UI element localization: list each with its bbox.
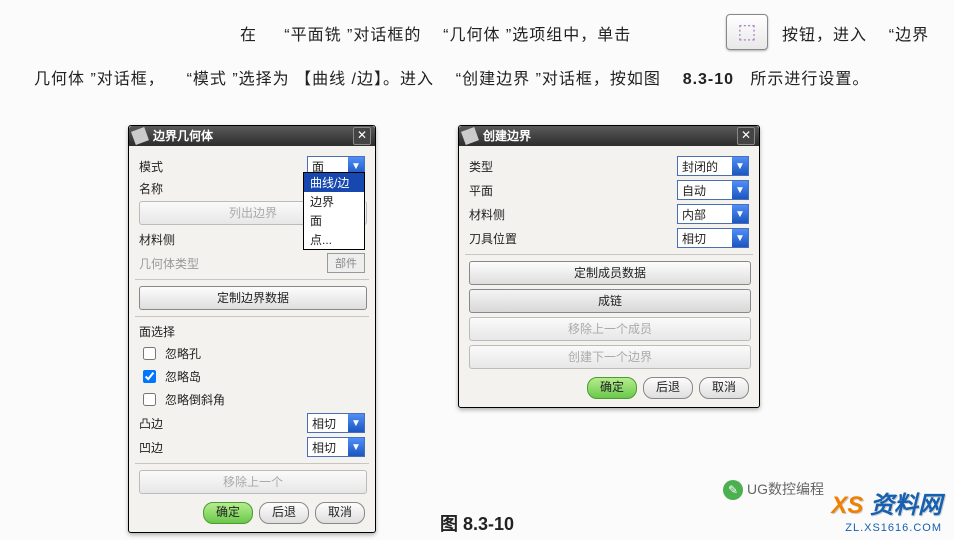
chevron-down-icon: ▼ bbox=[732, 157, 748, 175]
geom-type-label: 几何体类型 bbox=[139, 255, 327, 272]
pin-icon bbox=[131, 127, 149, 145]
plane-label: 平面 bbox=[469, 182, 677, 199]
para-text-2: 几何体 ”对话框， “模式 ”选择为 【曲线 /边】。进入 “创建边界 ”对话框… bbox=[34, 66, 869, 95]
mode-label: 模式 bbox=[139, 158, 307, 175]
chevron-down-icon: ▼ bbox=[732, 181, 748, 199]
material-label: 材料侧 bbox=[469, 206, 677, 223]
close-button[interactable]: ✕ bbox=[353, 127, 371, 145]
figure-caption: 图 8.3-10 bbox=[0, 510, 954, 536]
ignore-island-checkbox[interactable]: 忽略岛 bbox=[139, 367, 365, 386]
dialog-title: 边界几何体 bbox=[153, 126, 353, 146]
pin-icon bbox=[461, 127, 479, 145]
mode-option[interactable]: 曲线/边 bbox=[304, 173, 364, 192]
watermark-logo: XS 资料网 bbox=[831, 485, 942, 520]
convex-combo[interactable]: 相切▼ bbox=[307, 413, 365, 433]
wechat-icon: ✎ bbox=[723, 480, 743, 500]
chevron-down-icon: ▼ bbox=[732, 229, 748, 247]
face-selection-section: 面选择 bbox=[139, 323, 365, 340]
close-button[interactable]: ✕ bbox=[737, 127, 755, 145]
chevron-down-icon: ▼ bbox=[348, 414, 364, 432]
dialog-title: 创建边界 bbox=[483, 126, 737, 146]
boundary-geometry-icon[interactable]: ⬚ bbox=[726, 14, 768, 50]
ok-button[interactable]: 确定 bbox=[587, 377, 637, 399]
geom-type-chip: 部件 bbox=[327, 253, 365, 273]
mode-dropdown: 曲线/边 边界 面 点... bbox=[303, 172, 365, 250]
ignore-chamfer-checkbox[interactable]: 忽略倒斜角 bbox=[139, 390, 365, 409]
material-combo[interactable]: 内部▼ bbox=[677, 204, 749, 224]
remove-prev-button: 移除上一个 bbox=[139, 470, 367, 494]
mode-option[interactable]: 边界 bbox=[304, 192, 364, 211]
titlebar: 创建边界 ✕ bbox=[459, 126, 759, 146]
tool-pos-label: 刀具位置 bbox=[469, 230, 677, 247]
material-label: 材料侧 bbox=[139, 231, 327, 248]
wechat-credit: ✎UG数控编程 bbox=[723, 479, 824, 500]
remove-prev-member-button: 移除上一个成员 bbox=[469, 317, 751, 341]
watermark-url: ZL.XS1616.COM bbox=[845, 522, 942, 534]
dialog-boundary-geometry: 边界几何体 ✕ 模式 面 ▼ 曲线/边 边界 面 点... 名称 列出边界 材料… bbox=[128, 125, 376, 533]
type-combo[interactable]: 封闭的▼ bbox=[677, 156, 749, 176]
convex-label: 凸边 bbox=[139, 415, 307, 432]
tool-pos-combo[interactable]: 相切▼ bbox=[677, 228, 749, 248]
mode-option[interactable]: 点... bbox=[304, 230, 364, 249]
dialog-create-boundary: 创建边界 ✕ 类型 封闭的▼ 平面 自动▼ 材料侧 内部▼ 刀具位置 相切▼ 定… bbox=[458, 125, 760, 408]
back-button[interactable]: 后退 bbox=[643, 377, 693, 399]
chevron-down-icon: ▼ bbox=[348, 438, 364, 456]
para-text-right: 按钮，进入 “边界 bbox=[782, 22, 929, 51]
cancel-button[interactable]: 取消 bbox=[699, 377, 749, 399]
concave-combo[interactable]: 相切▼ bbox=[307, 437, 365, 457]
chevron-down-icon: ▼ bbox=[732, 205, 748, 223]
plane-combo[interactable]: 自动▼ bbox=[677, 180, 749, 200]
chain-button[interactable]: 成链 bbox=[469, 289, 751, 313]
create-next-boundary-button: 创建下一个边界 bbox=[469, 345, 751, 369]
titlebar: 边界几何体 ✕ bbox=[129, 126, 375, 146]
custom-boundary-data-button[interactable]: 定制边界数据 bbox=[139, 286, 367, 310]
ignore-hole-checkbox[interactable]: 忽略孔 bbox=[139, 344, 365, 363]
para-text: 在 “平面铣 ”对话框的 “几何体 ”选项组中，单击 bbox=[240, 22, 631, 51]
custom-member-data-button[interactable]: 定制成员数据 bbox=[469, 261, 751, 285]
mode-option[interactable]: 面 bbox=[304, 211, 364, 230]
type-label: 类型 bbox=[469, 158, 677, 175]
concave-label: 凹边 bbox=[139, 439, 307, 456]
